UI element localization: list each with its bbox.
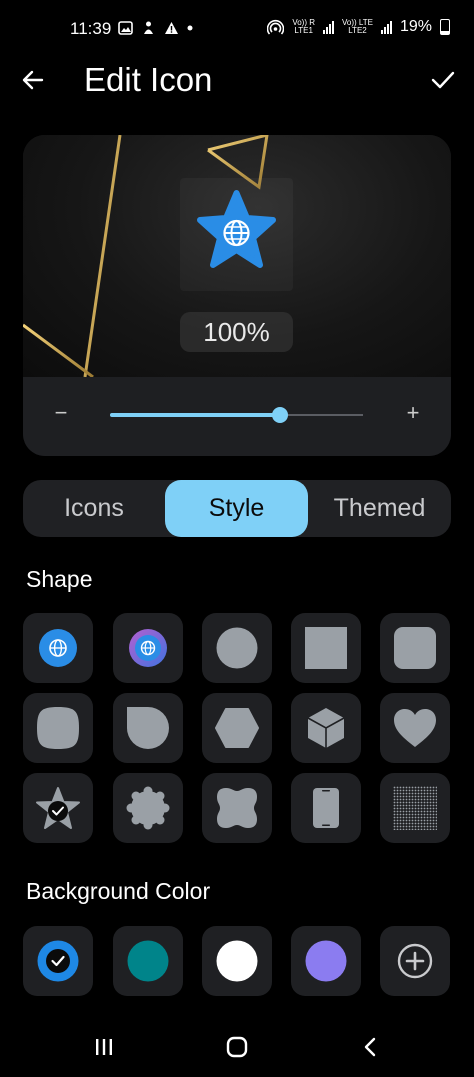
size-slider-thumb[interactable] — [271, 407, 288, 423]
app-header: Edit Icon — [0, 55, 474, 105]
sim2-signal-icon — [380, 20, 392, 34]
sim2-bottom-label: LTE2 — [348, 26, 367, 35]
more-notifications-dot-icon — [187, 25, 193, 30]
status-bar: 11:39 Vo)) R LTE1 Vo)) LTE LTE2 19% — [0, 0, 474, 60]
system-navigation-bar — [0, 1020, 474, 1077]
battery-percent: 19% — [399, 18, 432, 35]
shape-option-cube[interactable] — [291, 693, 361, 763]
heart-shape-icon — [394, 709, 436, 747]
teardrop-shape-icon — [127, 707, 169, 749]
phone-shape-icon — [313, 788, 339, 828]
gallery-notification-icon — [118, 20, 133, 35]
globe-circle-icon — [39, 629, 77, 667]
star-shape-icon — [36, 787, 80, 829]
icon-preview-card: 100% − + — [23, 135, 451, 456]
shape-option-teardrop[interactable] — [113, 693, 183, 763]
scalloped-shape-icon — [126, 786, 170, 830]
hotspot-icon — [267, 19, 285, 35]
recent-apps-icon — [96, 1039, 112, 1055]
sim2-indicator: Vo)) LTE LTE2 — [342, 19, 373, 35]
arrow-back-icon — [22, 70, 44, 90]
shape-section-title: Shape — [26, 566, 93, 592]
warning-icon — [165, 21, 178, 34]
bg-color-blue-selected[interactable] — [23, 926, 93, 996]
home-button[interactable] — [217, 1032, 257, 1062]
recent-apps-button[interactable] — [84, 1032, 124, 1062]
add-custom-color-button[interactable] — [380, 926, 450, 996]
decrease-size-button[interactable]: − — [51, 402, 71, 424]
squircle-shape-icon — [37, 707, 79, 749]
color-swatch-teal — [127, 940, 169, 982]
tab-style[interactable]: Style — [165, 480, 308, 537]
system-back-button[interactable] — [350, 1032, 390, 1062]
shape-option-globe-blue[interactable] — [23, 613, 93, 683]
shape-option-clover-square[interactable] — [202, 773, 272, 843]
add-circle-icon — [397, 943, 433, 979]
app-notification-icon — [144, 21, 153, 34]
dot-grid-shape-icon — [393, 786, 437, 830]
tab-themed[interactable]: Themed — [308, 480, 451, 537]
shape-option-dot-grid[interactable] — [380, 773, 450, 843]
tab-icons[interactable]: Icons — [23, 480, 165, 537]
home-icon — [226, 1036, 248, 1058]
zoom-percentage: 100% — [180, 312, 293, 352]
sim1-bottom-label: LTE1 — [294, 26, 313, 35]
size-slider[interactable] — [110, 407, 363, 423]
bg-color-purple[interactable] — [291, 926, 361, 996]
bg-color-white[interactable] — [202, 926, 272, 996]
shape-option-square[interactable] — [291, 613, 361, 683]
color-swatch-purple — [305, 940, 347, 982]
rounded-square-shape-icon — [394, 627, 436, 669]
circle-shape-icon — [216, 627, 258, 669]
shape-option-hexagon[interactable] — [202, 693, 272, 763]
hexagon-shape-icon — [215, 708, 259, 748]
shape-option-star-selected[interactable] — [23, 773, 93, 843]
back-button[interactable] — [18, 65, 48, 95]
chevron-left-icon — [364, 1037, 376, 1057]
shape-option-heart[interactable] — [380, 693, 450, 763]
sim1-signal-icon — [322, 20, 334, 34]
globe-gradient-circle-icon — [129, 629, 167, 667]
shape-option-phone[interactable] — [291, 773, 361, 843]
square-shape-icon — [305, 627, 347, 669]
star-globe-icon — [197, 190, 276, 268]
sim1-indicator: Vo)) R LTE1 — [292, 19, 315, 35]
selected-color-swatch-icon — [37, 940, 79, 982]
status-system-icons: Vo)) R LTE1 Vo)) LTE LTE2 19% — [267, 18, 450, 36]
shape-option-squircle[interactable] — [23, 693, 93, 763]
checkmark-icon — [431, 71, 455, 89]
clover-square-shape-icon — [217, 788, 257, 828]
edit-mode-tabs: Icons Style Themed — [23, 480, 451, 537]
shape-option-rounded-square[interactable] — [380, 613, 450, 683]
wallpaper-preview: 100% — [23, 135, 451, 377]
background-color-section-title: Background Color — [26, 878, 211, 904]
cube-shape-icon — [307, 708, 345, 748]
size-slider-area: − + — [23, 377, 451, 456]
shape-option-circle[interactable] — [202, 613, 272, 683]
increase-size-button[interactable]: + — [403, 402, 423, 424]
bg-color-teal[interactable] — [113, 926, 183, 996]
icon-preview-frame — [180, 178, 293, 291]
battery-icon — [440, 19, 450, 35]
status-time: 11:39 — [70, 19, 112, 38]
size-slider-fill — [110, 413, 280, 417]
shape-option-globe-gradient[interactable] — [113, 613, 183, 683]
confirm-button[interactable] — [428, 65, 458, 95]
color-swatch-white — [216, 940, 258, 982]
page-title: Edit Icon — [84, 61, 213, 98]
shape-option-scalloped[interactable] — [113, 773, 183, 843]
status-notification-icons — [118, 20, 193, 35]
